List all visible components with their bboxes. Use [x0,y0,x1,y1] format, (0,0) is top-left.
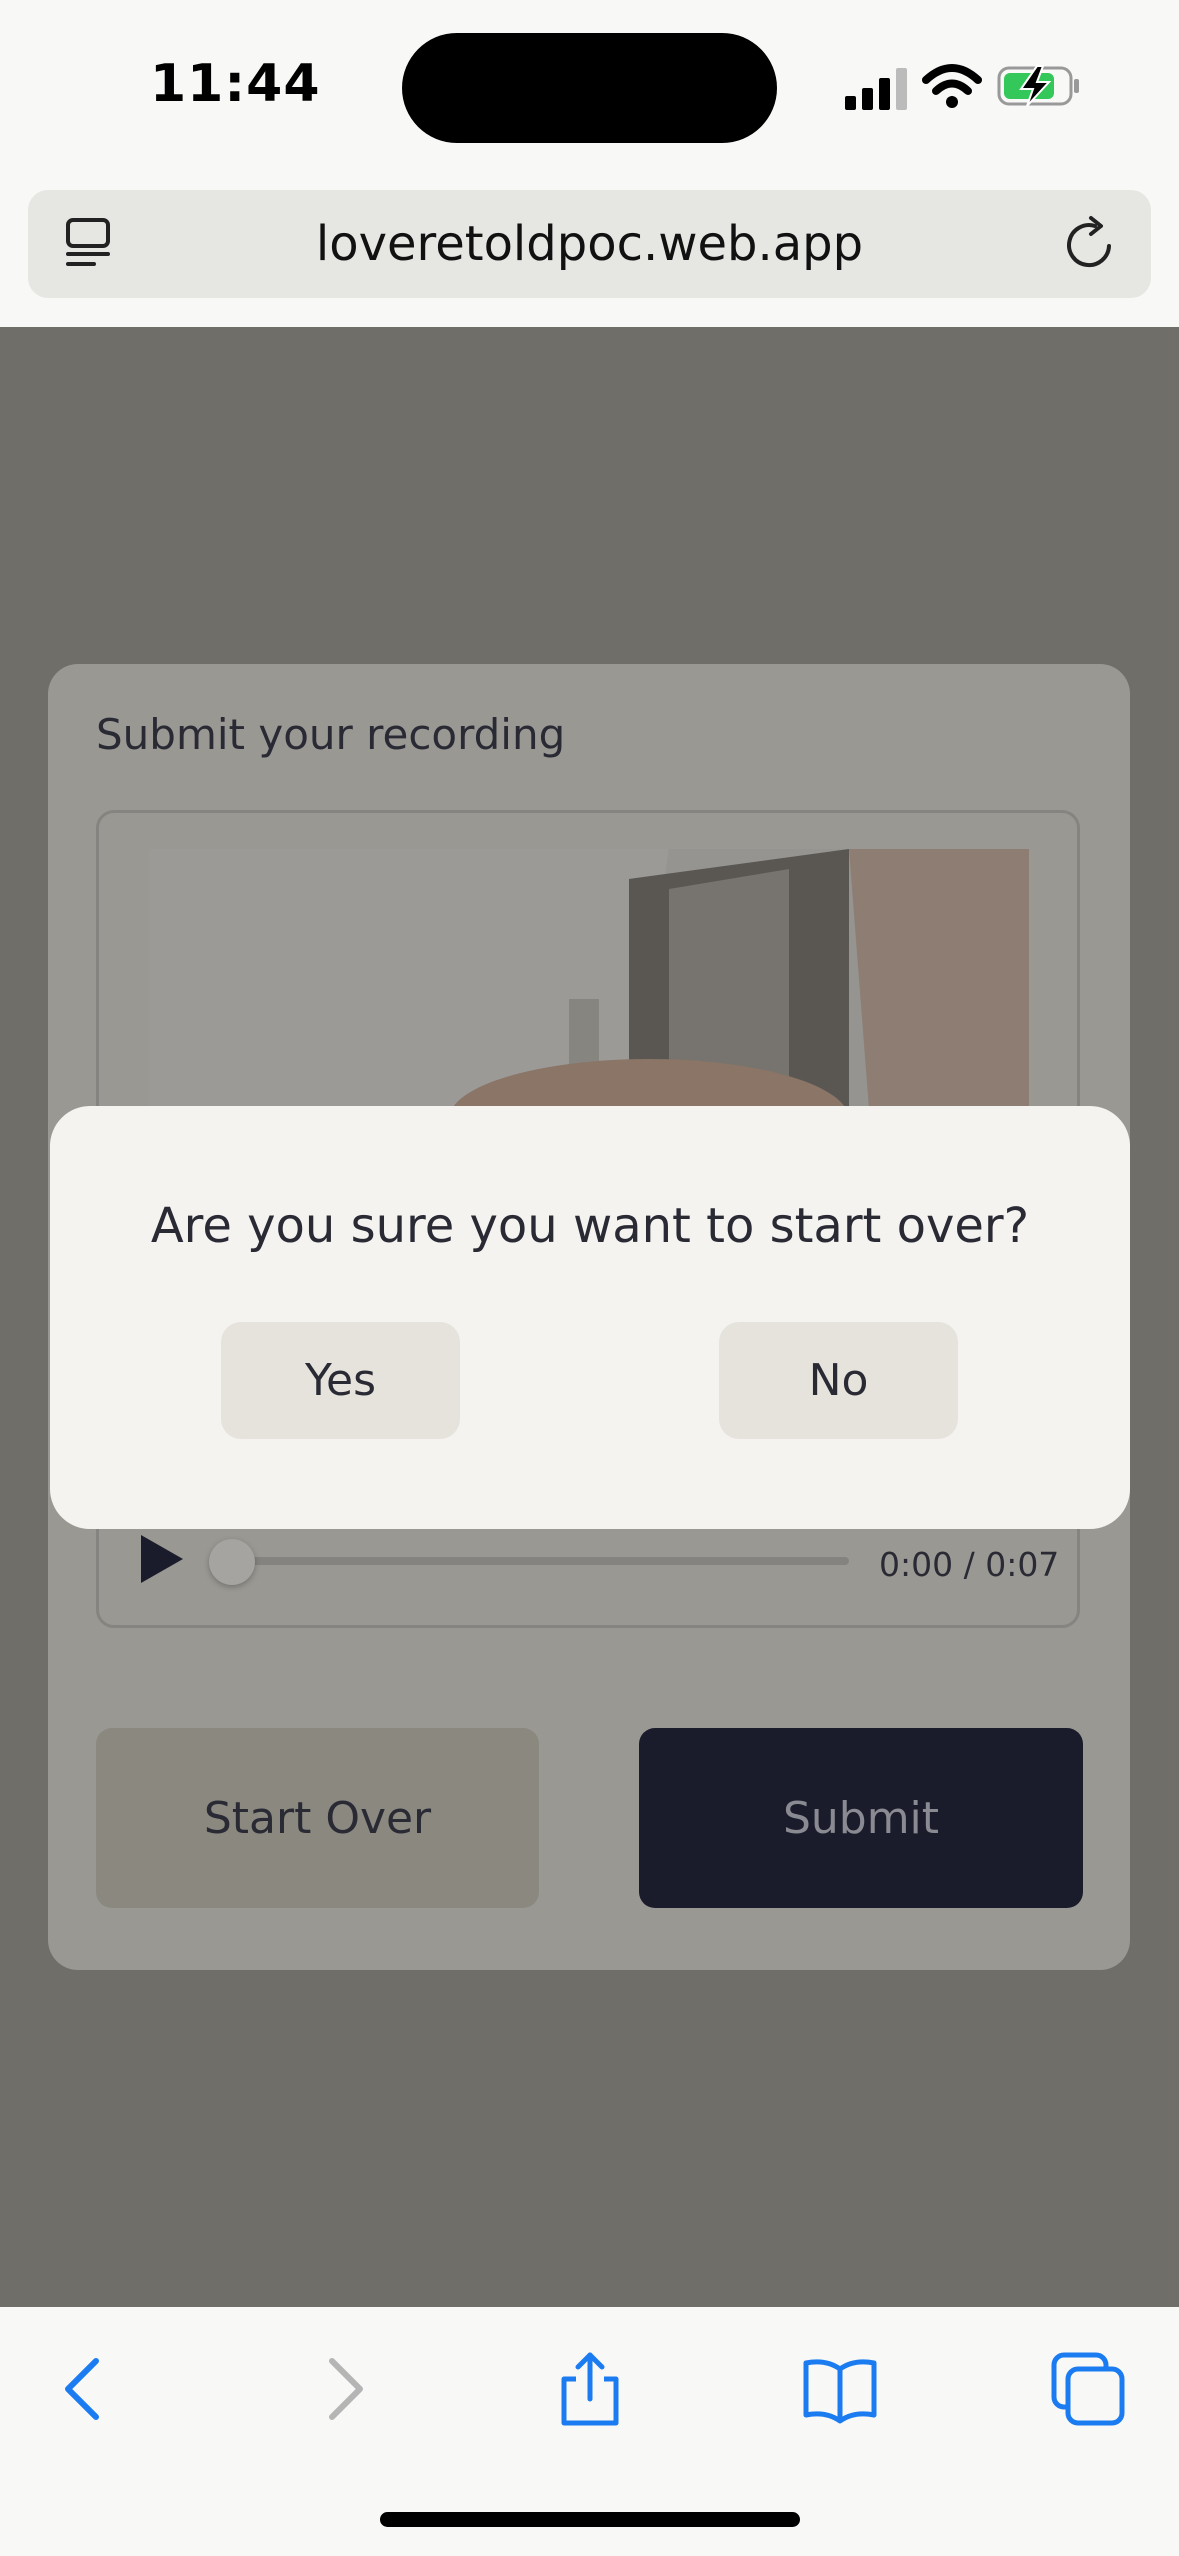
cellular-signal-icon [845,68,907,110]
play-icon[interactable] [137,1533,185,1585]
back-icon[interactable] [46,2349,126,2429]
no-button[interactable]: No [719,1322,958,1439]
yes-button[interactable]: Yes [221,1322,460,1439]
url-text[interactable]: loveretoldpoc.web.app [28,216,1151,272]
battery-charging-icon [997,65,1079,107]
dynamic-island [402,33,777,143]
tabs-icon[interactable] [1048,2349,1128,2429]
share-icon[interactable] [550,2349,630,2429]
progress-scrubber[interactable] [209,1539,255,1585]
confirm-dialog: Are you sure you want to start over? Yes… [50,1106,1130,1529]
video-preview[interactable] [149,849,1029,1109]
wifi-icon [922,64,982,108]
start-over-button[interactable]: Start Over [96,1728,539,1908]
address-bar[interactable]: loveretoldpoc.web.app [28,190,1151,298]
progress-track[interactable] [219,1557,849,1565]
forward-icon[interactable] [302,2349,382,2429]
home-indicator [380,2512,800,2527]
status-bar: 11:44 [0,0,1179,180]
reload-icon[interactable] [1061,214,1121,274]
time-readout: 0:00 / 0:07 [879,1545,1060,1584]
dialog-question: Are you sure you want to start over? [150,1198,1030,1254]
page-title: Submit your recording [96,710,566,759]
status-time: 11:44 [150,54,321,114]
bookmarks-icon[interactable] [800,2349,880,2429]
submit-button[interactable]: Submit [639,1728,1083,1908]
